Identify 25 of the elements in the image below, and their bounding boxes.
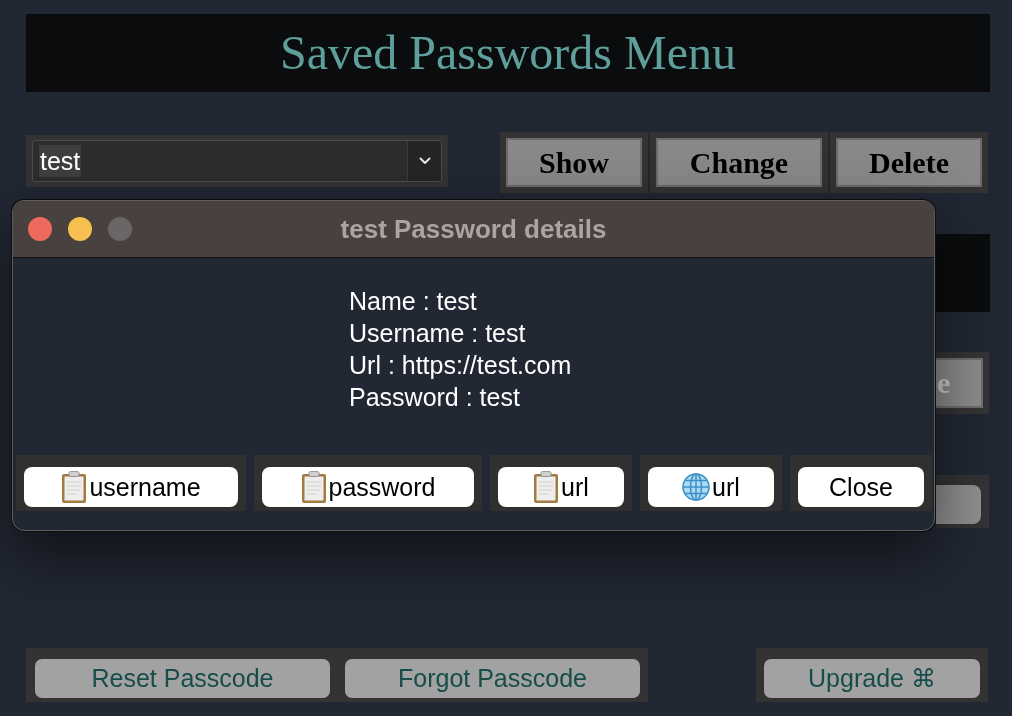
footer-button[interactable]: Reset Passcode bbox=[35, 659, 330, 698]
toolbar-button[interactable]: Show bbox=[506, 138, 642, 187]
footer-button[interactable]: Forgot Passcode bbox=[345, 659, 640, 698]
open-link-button[interactable]: url bbox=[648, 467, 774, 507]
clipboard-icon bbox=[61, 471, 88, 503]
clipboard-icon bbox=[300, 471, 327, 503]
toolbar-button[interactable]: Delete bbox=[836, 138, 982, 187]
window-minimize-button[interactable] bbox=[68, 217, 92, 241]
copy-button[interactable]: password bbox=[262, 467, 474, 507]
detail-line: Url : https://test.com bbox=[349, 350, 572, 381]
copy-button[interactable]: username bbox=[24, 467, 238, 507]
select-field[interactable]: test bbox=[32, 140, 442, 182]
globe-icon bbox=[682, 473, 711, 501]
detail-line: Username : test bbox=[349, 318, 526, 349]
copy-button[interactable]: url bbox=[498, 467, 624, 507]
dialog-title: test Password details bbox=[340, 213, 607, 245]
window-close-button[interactable] bbox=[28, 217, 52, 241]
chevron-down-icon bbox=[418, 157, 431, 165]
detail-line: Password : test bbox=[349, 382, 520, 413]
detail-line: Name : test bbox=[349, 286, 477, 317]
page-title: Saved Passwords Menu bbox=[280, 26, 736, 80]
clipboard-icon bbox=[533, 471, 560, 503]
footer-button[interactable]: Upgrade ⌘ bbox=[764, 659, 980, 698]
toolbar-button[interactable]: Change bbox=[656, 138, 822, 187]
close-button[interactable]: Close bbox=[798, 467, 924, 507]
